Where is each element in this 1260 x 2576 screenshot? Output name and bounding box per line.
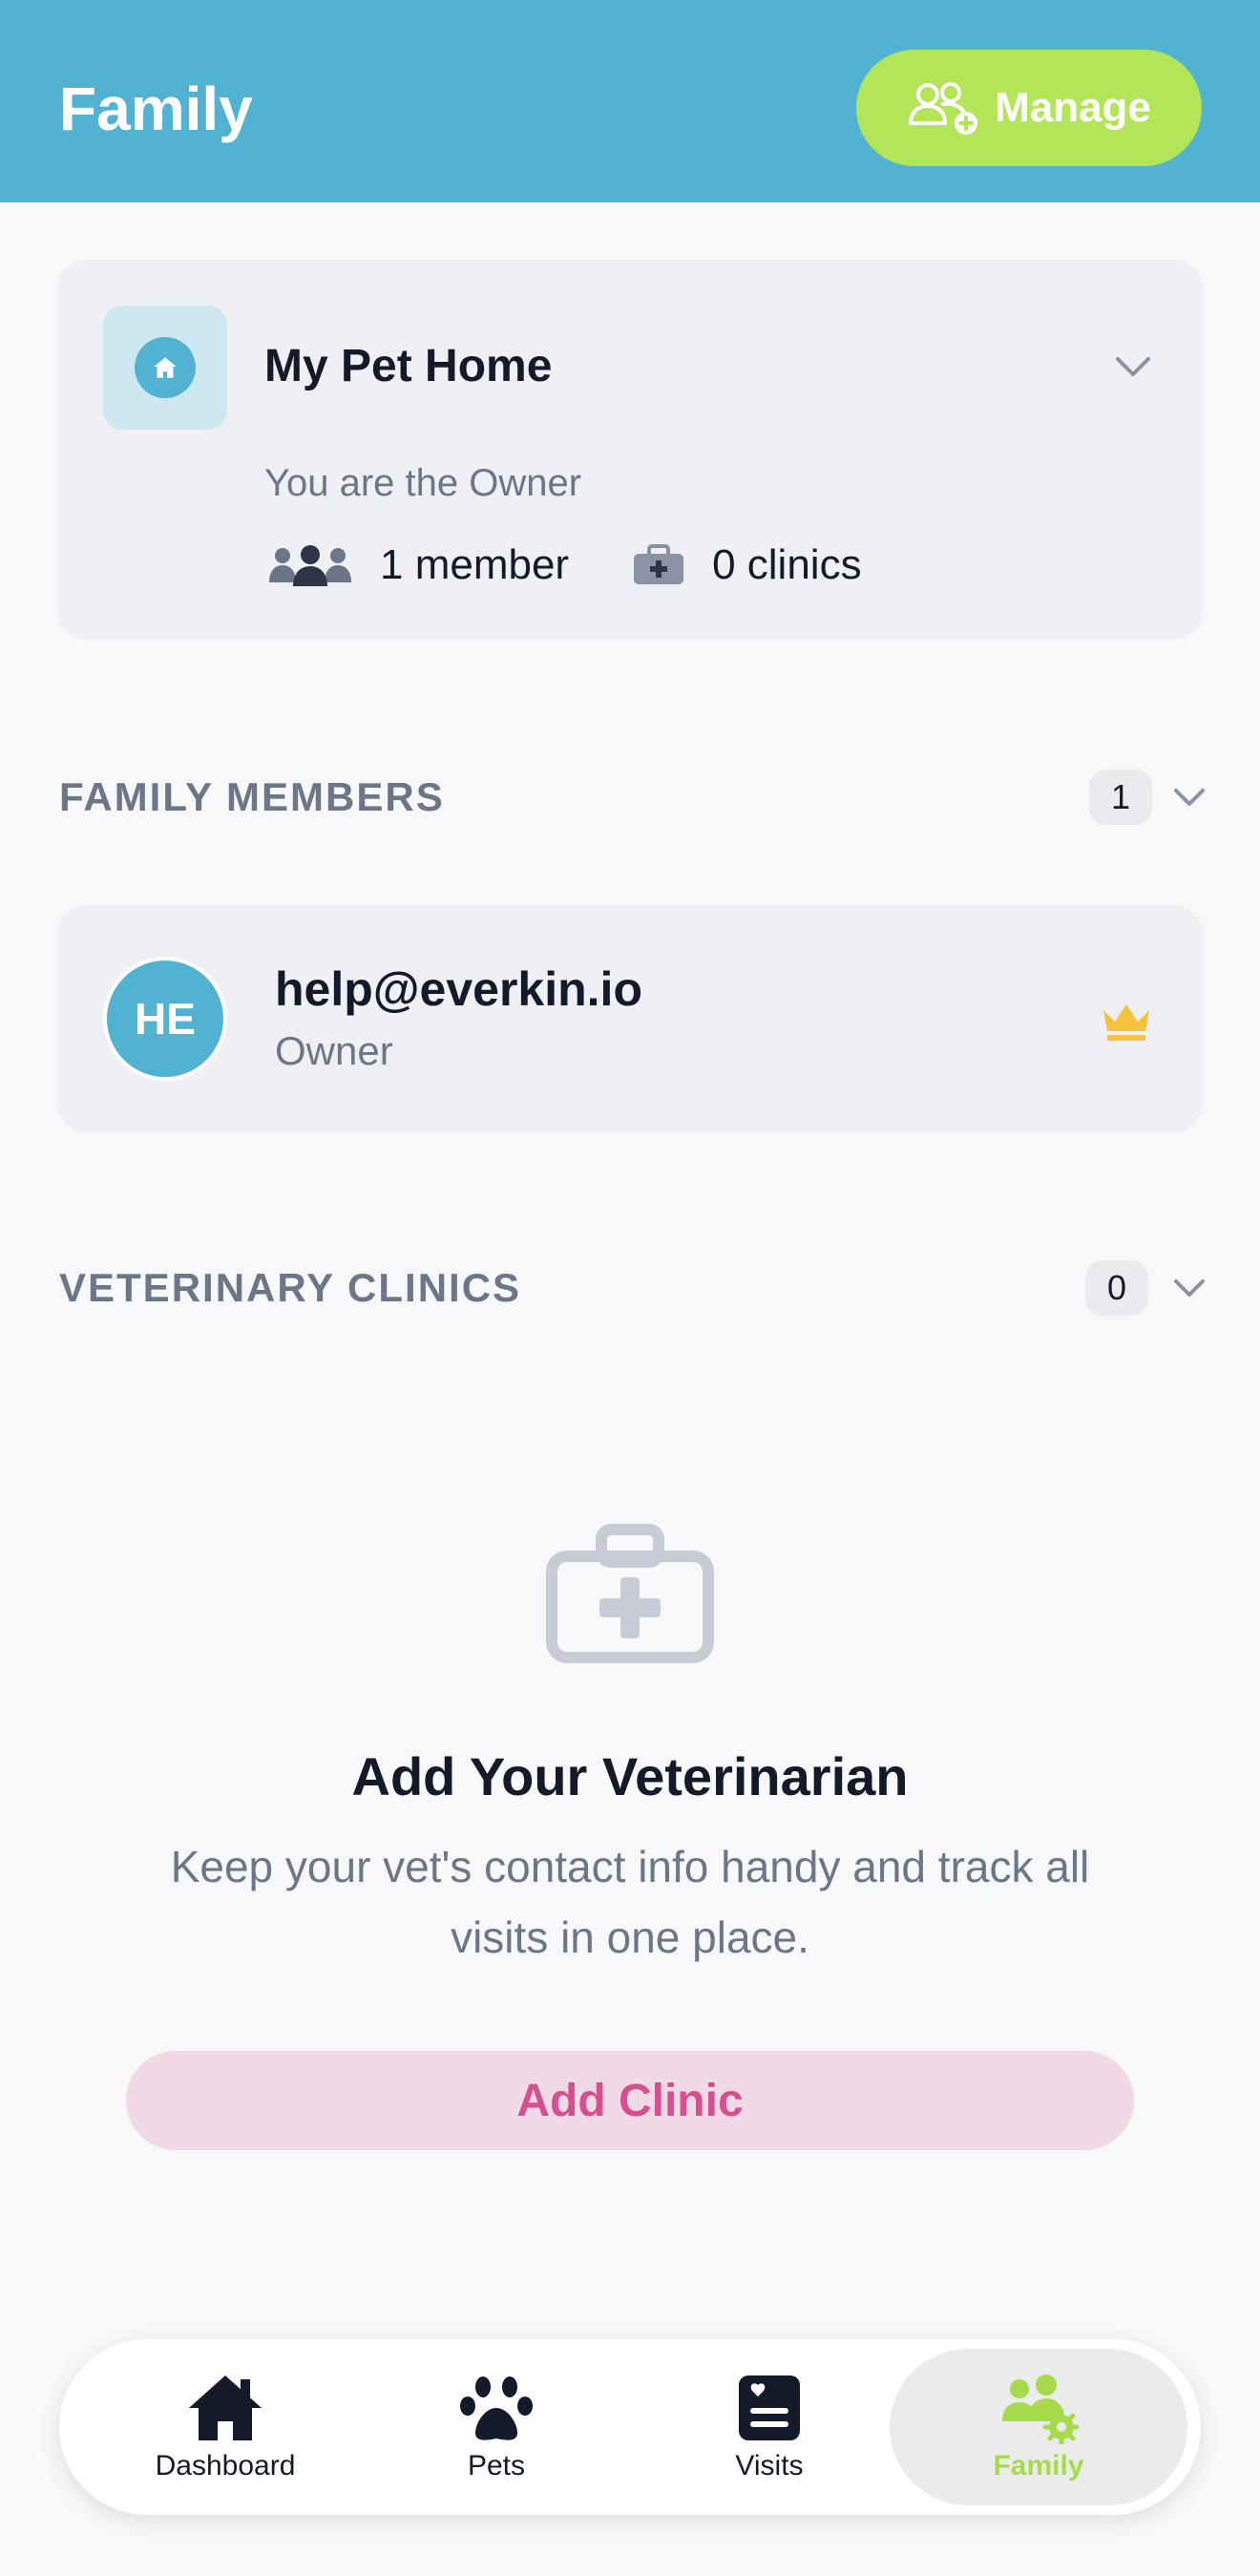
nav-item-family[interactable]: Family: [890, 2349, 1187, 2505]
home-icon-box: [103, 306, 227, 430]
manage-button-label: Manage: [995, 84, 1151, 131]
group-icon: [269, 545, 351, 586]
nav-label-family: Family: [993, 2450, 1084, 2481]
home-card[interactable]: My Pet Home You are the Owner 1 member 0…: [57, 260, 1203, 640]
member-role: Owner: [275, 1028, 393, 1073]
manage-button[interactable]: Manage: [856, 50, 1202, 166]
medical-record-icon: [739, 2375, 800, 2440]
nav-item-visits[interactable]: Visits: [620, 2349, 918, 2505]
add-clinic-button[interactable]: Add Clinic: [126, 2051, 1134, 2150]
member-email: help@everkin.io: [275, 962, 642, 1016]
crown-icon: [1103, 1004, 1149, 1041]
clinics-stat: 0 clinics: [632, 541, 862, 589]
medical-kit-icon: [546, 1524, 714, 1663]
users-plus-icon: [909, 82, 978, 135]
top-header: Family Manage: [0, 0, 1260, 202]
page-title: Family: [59, 74, 253, 143]
nav-label-pets: Pets: [467, 2450, 526, 2481]
member-card[interactable]: HE help@everkin.io Owner: [57, 905, 1203, 1132]
avatar: HE: [103, 957, 227, 1081]
chevron-down-icon[interactable]: [1170, 781, 1208, 813]
home-role-text: You are the Owner: [264, 462, 582, 504]
clinics-count-text: 0 clinics: [712, 541, 862, 588]
members-count-text: 1 member: [380, 541, 570, 588]
medical-kit-icon: [634, 544, 684, 584]
members-stat: 1 member: [267, 541, 569, 589]
home-stats: 1 member 0 clinics: [267, 537, 925, 594]
family-members-count-badge: 1: [1089, 770, 1152, 825]
nav-label-visits: Visits: [735, 2450, 804, 2481]
nav-item-dashboard[interactable]: Dashboard: [76, 2349, 374, 2505]
nav-label-dashboard: Dashboard: [155, 2450, 296, 2481]
house-icon: [135, 337, 196, 398]
empty-state-title: Add Your Veterinarian: [351, 1746, 909, 1806]
empty-state-description: Keep your vet's contact info handy and t…: [170, 1842, 1090, 1962]
house-icon: [189, 2375, 262, 2440]
nav-item-pets[interactable]: Pets: [347, 2349, 645, 2505]
home-name: My Pet Home: [264, 341, 553, 391]
chevron-down-icon[interactable]: [1170, 1272, 1208, 1304]
clinics-title: VETERINARY CLINICS: [59, 1265, 522, 1310]
family-members-title: FAMILY MEMBERS: [59, 774, 445, 819]
clinics-count-badge: 0: [1085, 1260, 1148, 1316]
family-gear-icon: [1002, 2375, 1079, 2444]
chevron-down-icon[interactable]: [1110, 348, 1156, 386]
bottom-navigation: Dashboard Pets Visits Family: [59, 2339, 1201, 2515]
paw-icon: [460, 2376, 533, 2440]
